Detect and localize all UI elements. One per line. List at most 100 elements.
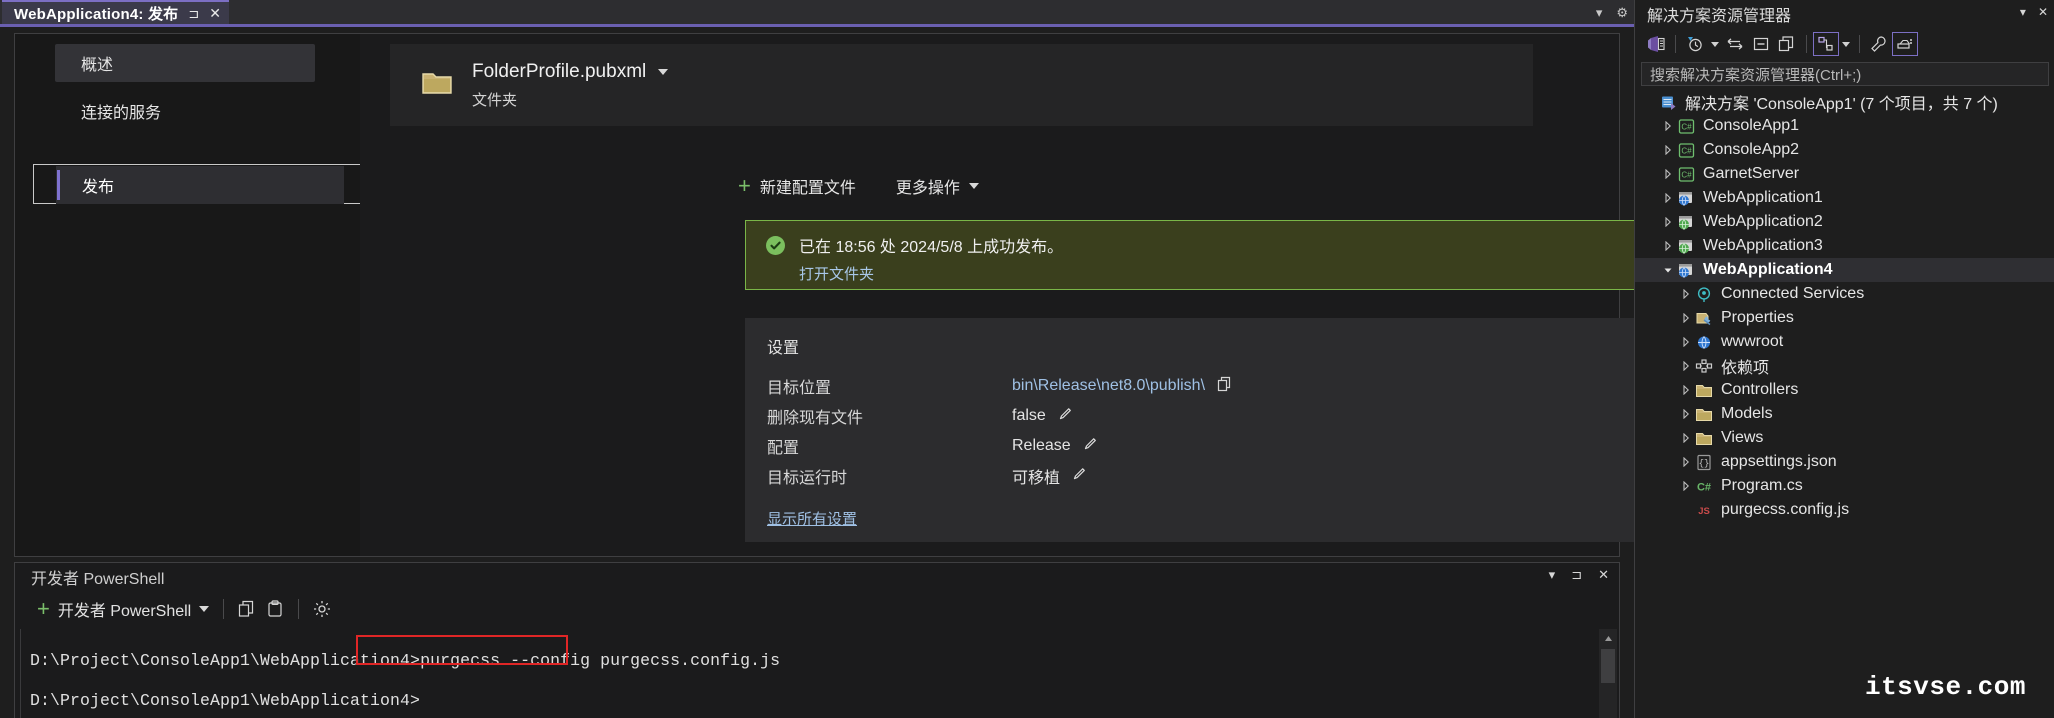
chevron-right-icon[interactable] [1679, 378, 1693, 402]
tree-item-properties[interactable]: Properties [1635, 306, 2054, 330]
chevron-right-icon[interactable] [1679, 474, 1693, 498]
chevron-right-icon[interactable] [1679, 402, 1693, 426]
tree-item-connected-services[interactable]: Connected Services [1635, 282, 2054, 306]
chevron-down-icon[interactable] [1842, 41, 1850, 47]
tree-item-garnetserver[interactable]: C# GarnetServer [1635, 162, 2054, 186]
chevron-down-icon[interactable]: ▾ [2020, 5, 2026, 19]
new-terminal-button[interactable]: + 开发者 PowerShell [37, 596, 210, 621]
show-all-settings-link[interactable]: 显示所有设置 [767, 508, 857, 529]
vs-home-icon[interactable] [1643, 32, 1669, 56]
tree-item-purgecss.config.js[interactable]: JS purgecss.config.js [1635, 498, 2054, 522]
pencil-icon[interactable] [1058, 406, 1074, 427]
plus-icon: + [738, 173, 751, 198]
settings-value: 可移植 [1012, 464, 1088, 488]
tree-item-consoleapp2[interactable]: C# ConsoleApp2 [1635, 138, 2054, 162]
chevron-right-icon[interactable] [1661, 186, 1675, 210]
chevron-right-icon[interactable] [1679, 282, 1693, 306]
pencil-icon[interactable] [1083, 436, 1099, 457]
solution-explorer-panel: 解决方案资源管理器 ▾ ✕ 搜索解决方案资源管理器(Ctrl+;) 解决方案 '… [1634, 0, 2054, 718]
publish-profile-subtitle: 文件夹 [472, 91, 518, 109]
publish-content: FolderProfile.pubxml 文件夹 发布 [360, 34, 1825, 556]
tree-item-[interactable]: 依赖项 [1635, 354, 2054, 378]
scroll-up-icon[interactable] [1599, 629, 1617, 647]
terminal-output[interactable]: D:\Project\ConsoleApp1\WebApplication4>p… [16, 629, 1597, 718]
chevron-down-icon[interactable] [1711, 41, 1719, 47]
properties-icon[interactable] [1866, 32, 1892, 56]
copy-icon[interactable] [1217, 376, 1233, 397]
tree-item-appsettings.json[interactable]: {} appsettings.json [1635, 450, 2054, 474]
open-folder-link[interactable]: 打开文件夹 [799, 263, 874, 284]
search-input[interactable]: 搜索解决方案资源管理器(Ctrl+;) [1641, 62, 2049, 86]
chevron-right-icon[interactable] [1679, 330, 1693, 354]
chevron-right-icon[interactable] [1679, 426, 1693, 450]
new-profile-button[interactable]: + 新建配置文件 [738, 174, 856, 198]
settings-value-text[interactable]: bin\Release\net8.0\publish\ [1012, 377, 1205, 395]
chevron-right-icon[interactable] [1679, 306, 1693, 330]
settings-value: false [1012, 406, 1074, 427]
paste-icon[interactable] [266, 600, 284, 618]
publish-success-row: 已在 18:56 处 2024/5/8 上成功发布。 [766, 233, 1063, 257]
preview-selected-items-icon[interactable] [1892, 32, 1918, 56]
tree-item-consoleapp1-7-7[interactable]: 解决方案 'ConsoleApp1' (7 个项目，共 7 个) [1635, 90, 2054, 114]
plus-icon: + [37, 596, 50, 621]
chevron-right-icon[interactable] [1661, 210, 1675, 234]
visual-studio-window: WebApplication4: 发布 ⊐ ✕ ▾ ⚙ 概述 连接的服务 发布 … [0, 0, 2054, 718]
collapse-all-icon[interactable] [1748, 32, 1774, 56]
chevron-down-icon[interactable] [658, 68, 669, 75]
tree-item-wwwroot[interactable]: wwwroot [1635, 330, 2054, 354]
copy-icon[interactable] [238, 600, 256, 618]
close-icon[interactable]: ✕ [2038, 5, 2048, 19]
chevron-down-icon[interactable]: ▾ [1549, 567, 1556, 583]
tree-item-webapplication1[interactable]: WebApplication1 [1635, 186, 2054, 210]
chevron-down-icon[interactable] [1661, 258, 1675, 282]
sidebar-item-publish[interactable]: 发布 [33, 164, 366, 204]
connected-services-icon [1693, 283, 1715, 305]
tree-item-webapplication4[interactable]: WebApplication4 [1635, 258, 2054, 282]
gear-icon[interactable] [313, 600, 331, 618]
web-blue-icon [1675, 187, 1697, 209]
close-icon[interactable]: ✕ [209, 6, 221, 20]
pencil-icon[interactable] [1072, 466, 1088, 487]
chevron-down-icon[interactable]: ▾ [1596, 5, 1603, 21]
tree-item-models[interactable]: Models [1635, 402, 2054, 426]
solution-view-icon[interactable] [1813, 32, 1839, 56]
pin-icon[interactable]: ⊐ [188, 7, 199, 20]
chevron-right-icon[interactable] [1661, 138, 1675, 162]
chevron-right-icon[interactable] [1661, 114, 1675, 138]
pin-icon[interactable]: ⊐ [1571, 567, 1582, 583]
publish-action-bar: + 新建配置文件 更多操作 [738, 174, 979, 198]
chevron-right-icon[interactable] [1679, 450, 1693, 474]
chevron-right-icon[interactable] [1661, 234, 1675, 258]
tree-item-program.cs[interactable]: C# Program.cs [1635, 474, 2054, 498]
scrollbar-thumb[interactable] [1601, 649, 1615, 683]
sidebar-item-connected-services[interactable]: 连接的服务 [55, 92, 315, 130]
solution-explorer-toolbar [1635, 28, 2054, 60]
toolbar-separator [298, 599, 300, 619]
settings-value-text: false [1012, 407, 1046, 424]
tree-item-webapplication3[interactable]: WebApplication3 [1635, 234, 2054, 258]
terminal-scrollbar[interactable] [1599, 629, 1617, 718]
solution-explorer-header-buttons: ▾ ✕ [2020, 5, 2048, 19]
tab-publish[interactable]: WebApplication4: 发布 ⊐ ✕ [2, 0, 230, 26]
close-icon[interactable]: ✕ [1598, 567, 1609, 583]
chevron-right-icon[interactable] [1679, 354, 1693, 378]
pending-changes-icon[interactable] [1682, 32, 1708, 56]
sidebar-item-overview[interactable]: 概述 [55, 44, 315, 82]
tree-item-views[interactable]: Views [1635, 426, 2054, 450]
gear-icon[interactable]: ⚙ [1616, 5, 1628, 21]
tree-item-controllers[interactable]: Controllers [1635, 378, 2054, 402]
settings-row-target-location: 目标位置 bin\Release\net8.0\publish\ [767, 375, 1233, 397]
tree-item-webapplication2[interactable]: WebApplication2 [1635, 210, 2054, 234]
more-actions-button[interactable]: 更多操作 [896, 174, 979, 198]
tree-item-consoleapp1[interactable]: C# ConsoleApp1 [1635, 114, 2054, 138]
tree-item-label: Controllers [1721, 381, 1799, 398]
settings-label: 配置 [767, 440, 800, 457]
settings-label: 删除现有文件 [767, 410, 864, 427]
sync-icon[interactable] [1722, 32, 1748, 56]
chevron-down-icon[interactable] [199, 606, 210, 612]
chevron-right-icon[interactable] [1661, 162, 1675, 186]
more-actions-label: 更多操作 [895, 180, 960, 197]
settings-value: Release [1012, 436, 1099, 457]
show-all-files-icon[interactable] [1774, 32, 1800, 56]
csharp-icon: C# [1675, 139, 1697, 161]
